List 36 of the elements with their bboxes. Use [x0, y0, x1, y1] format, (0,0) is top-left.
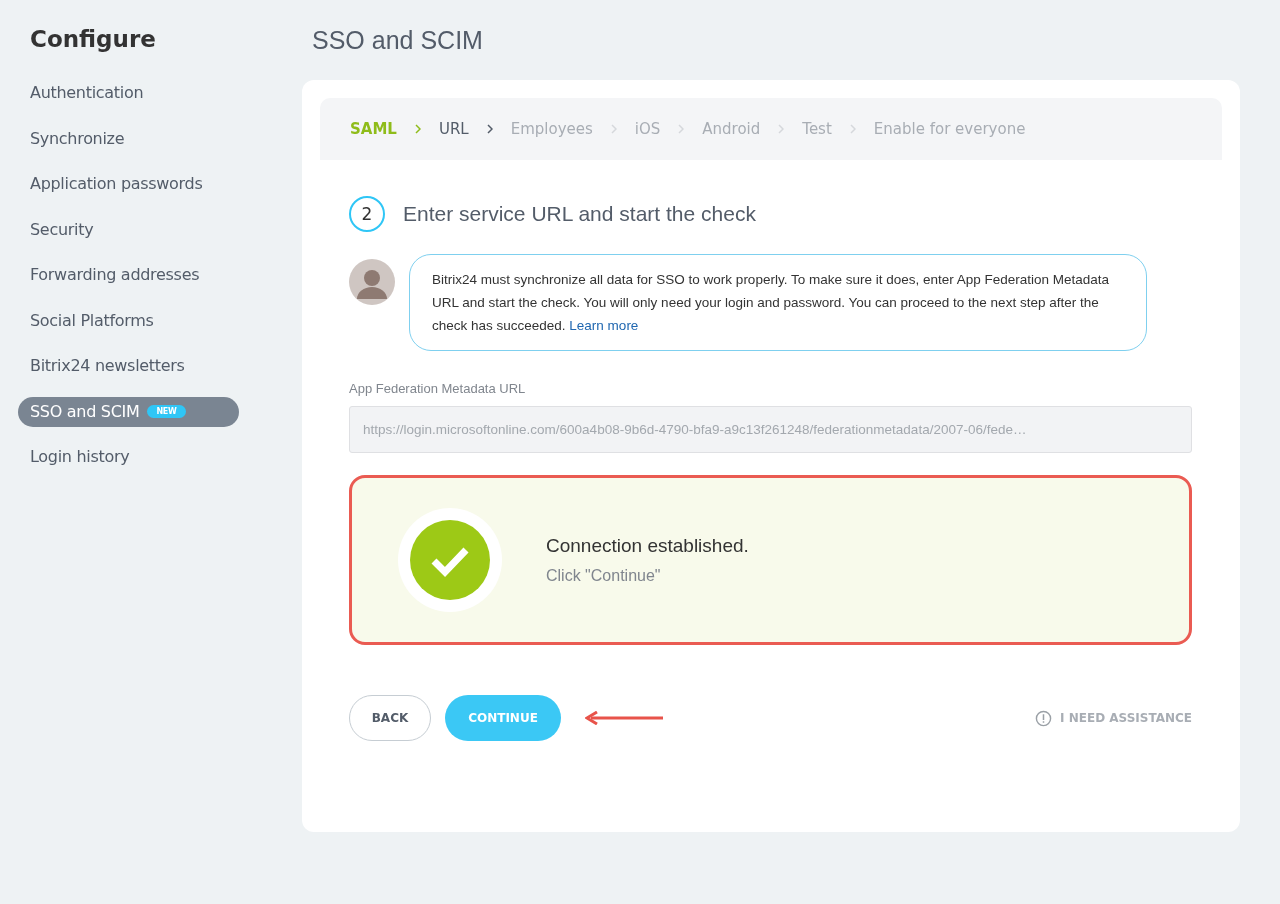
step-label: Android — [702, 120, 761, 138]
chevron-icon — [678, 124, 685, 134]
chevron-icon — [610, 124, 617, 134]
info-icon — [1035, 709, 1053, 727]
chevron-icon — [778, 124, 785, 134]
learn-more-link[interactable]: Learn more — [569, 318, 639, 333]
step-label: URL — [438, 120, 469, 138]
sidebar-item[interactable]: Authentication — [18, 78, 239, 108]
field-label: App Federation Metadata URL — [349, 381, 527, 396]
chevron-icon — [849, 124, 856, 134]
step-label: Employees — [510, 120, 593, 138]
step-label: SAML — [350, 120, 397, 138]
step-label: Test — [802, 120, 832, 138]
arrow-icon — [585, 711, 665, 725]
sidebar-item[interactable]: Security — [18, 214, 239, 245]
page-title: SSO and SCIM — [312, 26, 484, 55]
step-title: Enter service URL and start the check — [403, 202, 756, 226]
sidebar-item[interactable]: Social Platforms — [18, 305, 239, 336]
new-badge: NEW — [147, 405, 186, 418]
hint-bubble: Bitrix24 must synchronize all data for SSO to work properly. To make sure it does, enter App Federation Metadata URL and start the check. You will only need your login and password. You can proceed to the next step after the check has succeeded. Learn more — [409, 254, 1147, 351]
back-button[interactable]: BACK — [349, 695, 431, 741]
result-subtitle: Click "Continue" — [546, 567, 662, 585]
sidebar-item[interactable]: Login history — [18, 442, 239, 472]
result-title: Connection established. — [546, 535, 749, 557]
sidebar-item[interactable]: Synchronize — [18, 123, 239, 154]
step-number: 2 — [349, 196, 385, 232]
sidebar-title: Configure — [29, 26, 157, 52]
avatar-icon — [349, 259, 395, 305]
sidebar-item[interactable]: Bitrix24 newsletters — [18, 351, 239, 381]
chevron-icon — [486, 124, 493, 134]
sidebar-item[interactable]: Forwarding addresses — [18, 260, 239, 290]
step-label: iOS — [634, 120, 661, 138]
step-label: Enable for everyone — [873, 120, 1026, 138]
sidebar-item[interactable]: Application passwords — [18, 169, 239, 199]
sidebar-item[interactable]: SSO and SCIM NEW — [18, 396, 239, 427]
chevron-icon — [414, 124, 421, 134]
